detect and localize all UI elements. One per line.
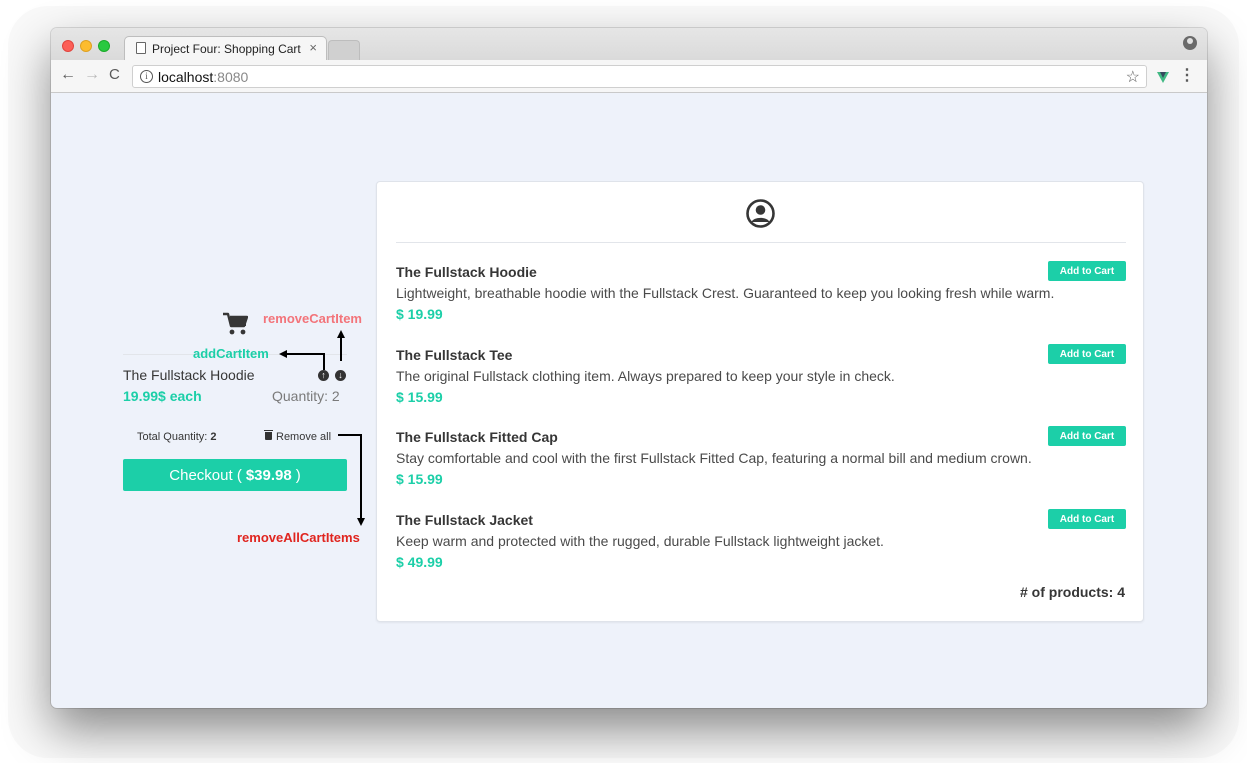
checkout-total: $39.98 — [245, 466, 292, 484]
product-title: The Fullstack Jacket — [396, 512, 533, 528]
new-tab-button[interactable] — [328, 40, 360, 60]
product-price: $ 49.99 — [396, 554, 443, 570]
total-quantity-value: 2 — [210, 431, 217, 443]
product-title: The Fullstack Hoodie — [396, 264, 537, 280]
page-viewport: The Fullstack Hoodie ↑ ↓ 19.99$ each Qua… — [51, 93, 1207, 708]
product-count: # of products: 4 — [1019, 584, 1125, 600]
title-bar: Project Four: Shopping Cart × — [51, 28, 1207, 60]
checkout-button[interactable]: Checkout ($39.98) — [123, 459, 347, 491]
close-window-button[interactable] — [62, 40, 74, 52]
user-circle-icon — [746, 199, 775, 228]
add-to-cart-button[interactable]: Add to Cart — [1048, 344, 1126, 364]
annotation-remove-cart-item: removeCartItem — [263, 311, 362, 326]
products-panel: The Fullstack Hoodie Lightweight, breath… — [376, 181, 1144, 622]
cart-item-price: 19.99$ each — [123, 388, 202, 404]
total-quantity-label: Total Quantity: — [137, 431, 208, 443]
forward-icon[interactable]: → — [84, 66, 100, 84]
back-icon[interactable]: ← — [60, 66, 76, 84]
browser-toolbar: ← → C i localhost:8080 ☆ ⋮ — [51, 60, 1207, 93]
annotation-remove-all-cart-items: removeAllCartItems — [237, 530, 360, 545]
maximize-window-button[interactable] — [98, 40, 110, 52]
bookmark-star-icon[interactable]: ☆ — [1126, 67, 1140, 87]
minimize-window-button[interactable] — [80, 40, 92, 52]
product-description: Keep warm and protected with the rugged,… — [396, 533, 884, 549]
product-price: $ 15.99 — [396, 389, 443, 405]
product-item: The Fullstack Tee The original Fullstack… — [396, 344, 1126, 417]
profile-icon[interactable] — [1183, 36, 1197, 50]
trash-icon — [264, 430, 273, 440]
cart-item-quantity: Quantity: 2 — [272, 388, 340, 404]
remove-all-button[interactable]: Remove all — [264, 430, 332, 443]
add-to-cart-button[interactable]: Add to Cart — [1048, 509, 1126, 529]
decrease-quantity-button[interactable]: ↓ — [335, 370, 346, 381]
total-quantity: Total Quantity: 2 — [137, 431, 217, 443]
document-icon — [136, 42, 146, 54]
product-price: $ 19.99 — [396, 306, 443, 322]
url-port: :8080 — [213, 69, 249, 85]
cart-item-title: The Fullstack Hoodie — [123, 367, 255, 383]
tab-title: Project Four: Shopping Cart — [152, 42, 301, 56]
increase-quantity-button[interactable]: ↑ — [318, 370, 329, 381]
remove-all-label: Remove all — [276, 431, 332, 443]
browser-window: Project Four: Shopping Cart × ← → C i lo… — [51, 28, 1207, 708]
address-bar[interactable]: i localhost:8080 ☆ — [132, 65, 1147, 88]
shopping-cart-icon — [223, 312, 248, 335]
add-to-cart-button[interactable]: Add to Cart — [1048, 426, 1126, 446]
arrow-add-cart-item-left — [279, 350, 325, 370]
annotation-add-cart-item-left: addCartItem — [193, 346, 269, 361]
browser-tab[interactable]: Project Four: Shopping Cart × — [124, 36, 327, 60]
product-title: The Fullstack Tee — [396, 347, 513, 363]
product-description: Stay comfortable and cool with the first… — [396, 450, 1032, 466]
url-text: localhost:8080 — [158, 69, 248, 85]
reload-icon[interactable]: C — [109, 66, 120, 83]
product-description: Lightweight, breathable hoodie with the … — [396, 285, 1055, 301]
quantity-value: 2 — [331, 388, 340, 404]
panel-divider — [396, 242, 1126, 243]
product-item: The Fullstack Hoodie Lightweight, breath… — [396, 261, 1126, 334]
product-description: The original Fullstack clothing item. Al… — [396, 368, 895, 384]
product-price: $ 15.99 — [396, 471, 443, 487]
product-item: The Fullstack Jacket Keep warm and prote… — [396, 509, 1126, 582]
product-item: The Fullstack Fitted Cap Stay comfortabl… — [396, 426, 1126, 499]
quantity-label: Quantity: — [272, 388, 329, 404]
add-to-cart-button[interactable]: Add to Cart — [1048, 261, 1126, 281]
browser-menu-icon[interactable]: ⋮ — [1179, 65, 1195, 85]
close-tab-icon[interactable]: × — [309, 40, 317, 55]
vue-devtools-icon[interactable] — [1157, 72, 1169, 83]
product-title: The Fullstack Fitted Cap — [396, 429, 558, 445]
checkout-suffix: ) — [295, 466, 301, 484]
checkout-prefix: Checkout ( — [169, 466, 242, 484]
info-icon[interactable]: i — [140, 70, 153, 83]
url-host: localhost — [158, 69, 214, 85]
